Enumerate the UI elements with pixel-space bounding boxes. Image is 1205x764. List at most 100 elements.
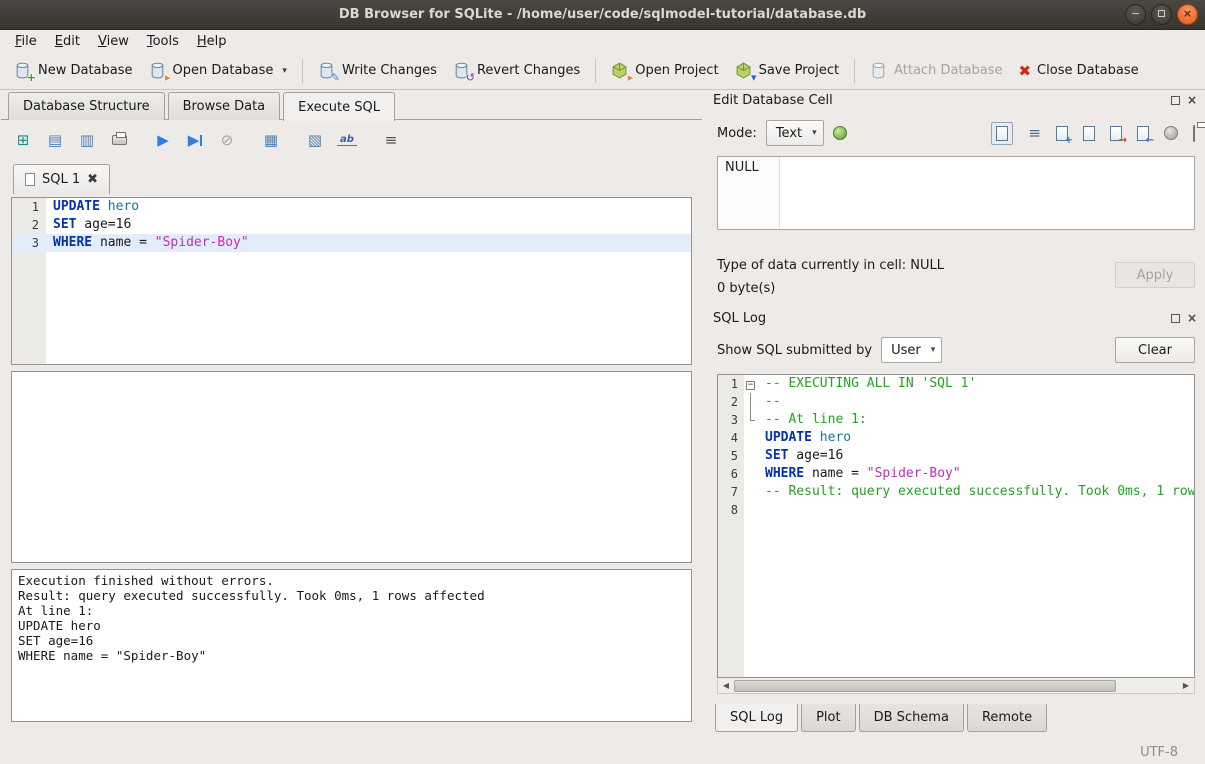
print-cell-icon[interactable]: [1193, 126, 1195, 141]
dock-controls: ×: [1171, 96, 1197, 105]
open-document-icon[interactable]: [1083, 126, 1095, 141]
submitted-by-select[interactable]: User ▾: [881, 337, 942, 363]
close-dock-icon[interactable]: ×: [1187, 314, 1197, 323]
encoding-indicator[interactable]: UTF-8: [1140, 745, 1178, 760]
window-controls: − ×: [1125, 4, 1198, 25]
fold-gutter: [744, 393, 758, 411]
new-database-button[interactable]: + New Database: [6, 57, 141, 85]
sql-editor[interactable]: 1UPDATE hero2SET age=163WHERE name = "Sp…: [11, 197, 692, 365]
mode-value: Text: [776, 126, 802, 141]
execute-all-icon[interactable]: ▶: [153, 131, 173, 149]
code-text: SET age=16: [46, 216, 691, 234]
sql-tab-sql1[interactable]: SQL 1 ✖: [13, 164, 110, 194]
code-line: 2--: [718, 393, 1194, 411]
menu-edit[interactable]: Edit: [46, 32, 89, 51]
tab-remote[interactable]: Remote: [967, 704, 1047, 732]
code-text: --: [758, 393, 1194, 411]
apply-changes-icon[interactable]: [833, 126, 847, 140]
code-text: SET age=16: [758, 447, 1194, 465]
tab-plot[interactable]: Plot: [801, 704, 856, 732]
code-text: WHERE name = "Spider-Boy": [46, 234, 691, 252]
code-text: UPDATE hero: [46, 198, 691, 216]
text-document-icon: [996, 126, 1008, 141]
fold-gutter: [744, 447, 758, 465]
close-tab-icon[interactable]: ✖: [87, 172, 98, 187]
write-changes-button[interactable]: ✎ Write Changes: [310, 57, 445, 85]
menu-help[interactable]: Help: [188, 32, 236, 51]
open-badge-icon: ▸: [165, 71, 171, 84]
close-button[interactable]: ×: [1177, 4, 1198, 25]
chevron-down-icon[interactable]: ▾: [282, 66, 287, 76]
word-wrap-icon[interactable]: ≡: [1028, 124, 1041, 142]
find-replace-icon[interactable]: ab: [337, 134, 357, 146]
arrow-badge-icon: →: [1119, 135, 1127, 146]
tab-browse-data[interactable]: Browse Data: [168, 92, 281, 120]
scroll-left-icon[interactable]: ◀: [718, 681, 734, 690]
log-horizontal-scrollbar[interactable]: ◀ ▶: [717, 678, 1195, 694]
results-grid[interactable]: [11, 371, 692, 563]
toolbar-separator: [854, 59, 855, 83]
output-line: Result: query executed successfully. Too…: [18, 588, 685, 603]
filter-label: Show SQL submitted by: [717, 343, 872, 358]
cell-value-editor[interactable]: NULL: [717, 156, 1195, 230]
scroll-right-icon[interactable]: ▶: [1178, 681, 1194, 690]
tab-db-schema[interactable]: DB Schema: [859, 704, 964, 732]
export-results-icon[interactable]: ▦: [261, 131, 281, 149]
line-number: 1: [12, 198, 46, 216]
code-line: 7-- Result: query executed successfully.…: [718, 483, 1194, 501]
export-document-icon[interactable]: ←: [1137, 126, 1149, 141]
output-line: WHERE name = "Spider-Boy": [18, 648, 685, 663]
print-icon[interactable]: [109, 135, 129, 145]
code-line[interactable]: 3WHERE name = "Spider-Boy": [12, 234, 691, 252]
cell-mode-row: Mode: Text ▾ ≡ + → ←: [707, 118, 1205, 148]
open-tab-icon[interactable]: ⊞: [13, 131, 33, 149]
menu-view[interactable]: View: [89, 32, 138, 51]
import-document-icon[interactable]: →: [1110, 126, 1122, 141]
code-text: -- EXECUTING ALL IN 'SQL 1': [758, 375, 1194, 393]
line-number: 1: [718, 375, 744, 393]
line-number: 2: [12, 216, 46, 234]
document-icon: [25, 173, 35, 186]
float-dock-icon[interactable]: [1171, 314, 1180, 323]
execute-current-line-icon[interactable]: ▶: [185, 131, 205, 149]
code-line[interactable]: 2SET age=16: [12, 216, 691, 234]
scrollbar-thumb[interactable]: [734, 680, 1116, 692]
line-number: 3: [718, 411, 744, 429]
float-dock-icon[interactable]: [1171, 96, 1180, 105]
set-null-icon[interactable]: [1164, 126, 1178, 140]
open-database-button[interactable]: ▸ Open Database ▾: [141, 57, 295, 85]
maximize-button[interactable]: [1151, 4, 1172, 25]
scrollbar-track[interactable]: [734, 680, 1178, 692]
chevron-down-icon: ▾: [931, 345, 936, 355]
save-project-button[interactable]: ▾ Save Project: [727, 57, 848, 85]
word-wrap-icon[interactable]: ≡: [381, 131, 401, 149]
code-line: 4UPDATE hero: [718, 429, 1194, 447]
save-results-icon[interactable]: ▧: [305, 131, 325, 149]
submitted-by-value: User: [891, 343, 921, 358]
mode-label: Mode:: [717, 126, 757, 141]
save-project-label: Save Project: [759, 63, 840, 78]
revert-changes-button[interactable]: ↺ Revert Changes: [445, 57, 588, 85]
open-sql-file-icon[interactable]: ▤: [45, 131, 65, 149]
close-database-button[interactable]: ✖ Close Database: [1010, 57, 1146, 85]
text-mode-button[interactable]: [991, 122, 1013, 145]
output-line: At line 1:: [18, 603, 685, 618]
tab-database-structure[interactable]: Database Structure: [8, 92, 165, 120]
fold-gutter: [744, 465, 758, 483]
menu-tools[interactable]: Tools: [138, 32, 188, 51]
close-dock-icon[interactable]: ×: [1187, 96, 1197, 105]
cell-type-info: Type of data currently in cell: NULL: [717, 258, 944, 273]
new-database-label: New Database: [38, 63, 133, 78]
save-sql-file-icon[interactable]: ▥: [77, 131, 97, 149]
new-document-icon[interactable]: +: [1056, 126, 1068, 141]
tab-execute-sql[interactable]: Execute SQL: [283, 92, 395, 121]
menu-file[interactable]: File: [6, 32, 46, 51]
minimize-button[interactable]: −: [1125, 4, 1146, 25]
code-line[interactable]: 1UPDATE hero: [12, 198, 691, 216]
code-line: 6WHERE name = "Spider-Boy": [718, 465, 1194, 483]
open-project-button[interactable]: ▸ Open Project: [603, 57, 726, 85]
mode-select[interactable]: Text ▾: [766, 120, 824, 146]
clear-log-button[interactable]: Clear: [1115, 337, 1195, 363]
fold-toggle-icon[interactable]: −: [746, 381, 755, 390]
tab-sql-log[interactable]: SQL Log: [715, 704, 798, 732]
